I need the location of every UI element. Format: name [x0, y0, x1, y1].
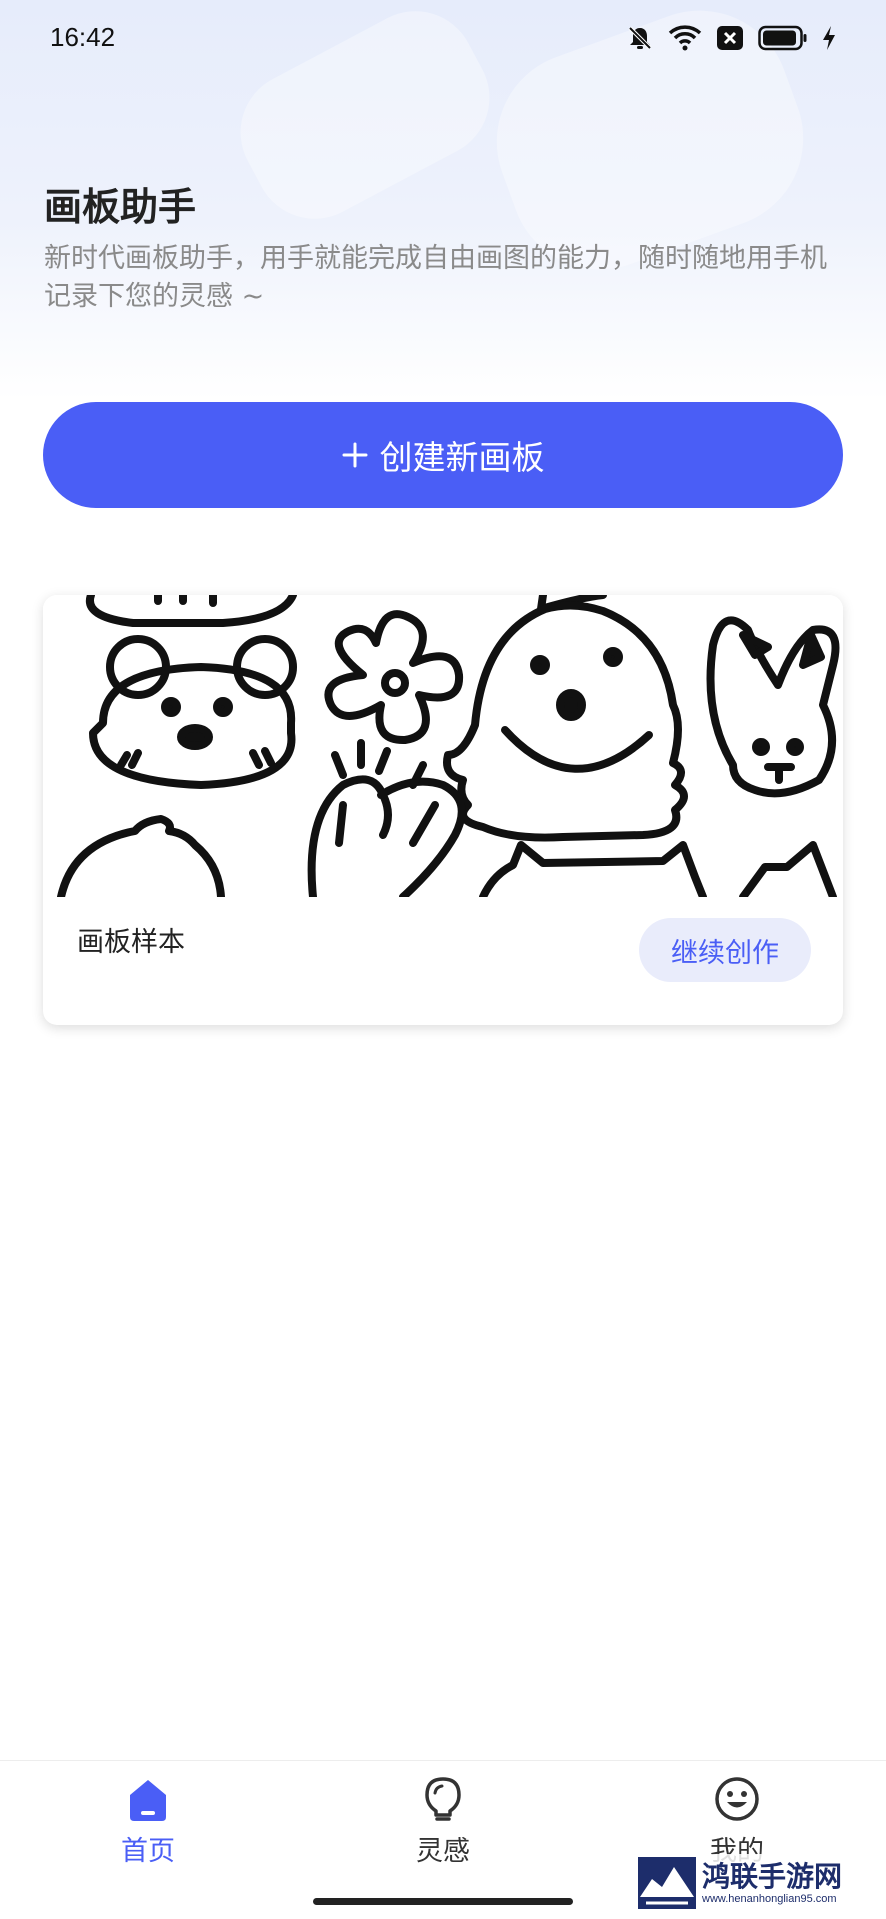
watermark-text: 鸿联手游网 www.henanhonglian95.com: [702, 1860, 843, 1906]
status-time: 16:42: [50, 22, 116, 52]
canvas-thumbnail[interactable]: [43, 595, 843, 897]
charging-icon: [823, 26, 835, 50]
watermark-logo-icon: [638, 1857, 696, 1909]
canvas-card-title: 画板样本: [77, 927, 185, 958]
create-canvas-button[interactable]: 创建新画板: [43, 402, 843, 508]
wifi-icon: [668, 25, 702, 51]
bell-off-icon: [628, 26, 652, 50]
battery-icon: [758, 25, 807, 51]
page-title: 画板助手: [44, 185, 197, 229]
tab-home[interactable]: 首页: [58, 1775, 238, 1885]
doodle-animals-image: [57, 595, 840, 897]
home-indicator[interactable]: [313, 1898, 573, 1905]
close-box-icon: [717, 26, 743, 50]
continue-creating-button[interactable]: 继续创作: [639, 918, 811, 982]
watermark-url: www.henanhonglian95.com: [702, 1893, 837, 1905]
create-canvas-label: 创建新画板: [379, 438, 545, 477]
canvas-card[interactable]: 画板样本 继续创作: [43, 595, 843, 1025]
watermark-name: 鸿联手游网: [702, 1860, 843, 1893]
status-icons: [626, 24, 836, 52]
plus-icon: [342, 442, 367, 468]
tab-label: 灵感: [416, 1836, 470, 1867]
status-bar: 16:42: [0, 0, 886, 80]
lightbulb-icon: [425, 1777, 461, 1821]
watermark: 鸿联手游网 www.henanhonglian95.com: [638, 1854, 878, 1912]
tab-label: 首页: [121, 1836, 175, 1867]
home-icon: [130, 1780, 166, 1821]
tab-inspiration[interactable]: 灵感: [353, 1775, 533, 1885]
smiley-icon: [715, 1777, 759, 1821]
page-subtitle: 新时代画板助手，用手就能完成自由画图的能力，随时随地用手机记录下您的灵感 ~: [44, 243, 827, 312]
